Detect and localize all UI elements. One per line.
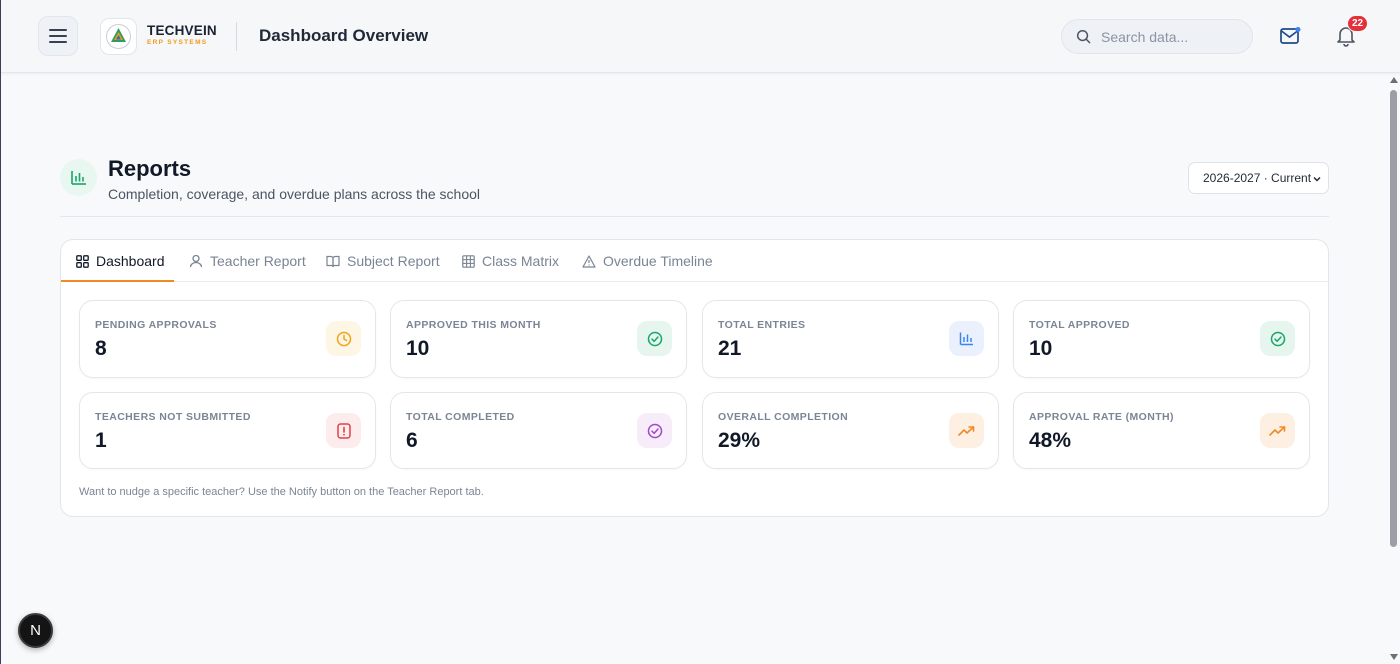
tab-label: Teacher Report bbox=[210, 253, 306, 269]
reports-subtitle: Completion, coverage, and overdue plans … bbox=[108, 186, 480, 202]
stat-icon-box bbox=[326, 413, 361, 448]
stat-icon-box bbox=[1260, 321, 1295, 356]
stat-card-approval-rate: APPROVAL RATE (MONTH) 48% bbox=[1013, 392, 1310, 469]
reports-panel: Dashboard Teacher Report Subject Report bbox=[60, 239, 1329, 517]
menu-button[interactable] bbox=[38, 16, 78, 56]
search-box[interactable] bbox=[1061, 19, 1253, 54]
stat-value: 10 bbox=[406, 337, 430, 360]
alert-icon bbox=[336, 422, 351, 439]
brand-logo[interactable] bbox=[100, 18, 137, 55]
bar-chart-icon bbox=[71, 171, 86, 185]
tab-label: Overdue Timeline bbox=[603, 253, 713, 269]
tab-subject-report[interactable]: Subject Report bbox=[326, 240, 440, 282]
search-icon bbox=[1076, 29, 1091, 44]
stat-card-teachers-not-submitted: TEACHERS NOT SUBMITTED 1 bbox=[79, 392, 376, 469]
tab-label: Subject Report bbox=[347, 253, 440, 269]
top-header: TECHVEIN ERP SYSTEMS Dashboard Overview … bbox=[1, 0, 1400, 73]
tab-bar: Dashboard Teacher Report Subject Report bbox=[61, 240, 1328, 282]
bar-chart-icon bbox=[959, 332, 973, 346]
stat-value: 21 bbox=[718, 337, 742, 360]
mail-icon[interactable] bbox=[1278, 25, 1302, 47]
check-circle-icon bbox=[647, 423, 662, 438]
brand-name: TECHVEIN bbox=[147, 23, 217, 38]
section-divider bbox=[60, 216, 1329, 217]
table-icon bbox=[462, 254, 475, 268]
stat-card-total-completed: TOTAL COMPLETED 6 bbox=[390, 392, 687, 469]
trending-up-icon bbox=[1269, 425, 1286, 436]
tab-dashboard[interactable]: Dashboard bbox=[76, 240, 165, 282]
stat-value: 1 bbox=[95, 429, 107, 452]
book-icon bbox=[326, 255, 340, 267]
header-divider bbox=[236, 22, 237, 51]
stat-icon-box bbox=[1260, 413, 1295, 448]
search-input[interactable] bbox=[1101, 28, 1241, 45]
stat-label: TOTAL APPROVED bbox=[1029, 319, 1130, 331]
reports-title: Reports bbox=[108, 156, 192, 181]
tab-label: Dashboard bbox=[96, 253, 165, 269]
chevron-down-icon bbox=[1313, 176, 1321, 182]
warning-icon bbox=[582, 254, 596, 268]
stat-icon-box bbox=[949, 321, 984, 356]
scroll-thumb[interactable] bbox=[1390, 90, 1397, 547]
notify-hint: Want to nudge a specific teacher? Use th… bbox=[79, 486, 484, 498]
tab-label: Class Matrix bbox=[482, 253, 560, 269]
stat-value: 10 bbox=[1029, 337, 1053, 360]
check-circle-icon bbox=[1270, 331, 1285, 346]
scroll-up-arrow[interactable] bbox=[1390, 77, 1398, 83]
stat-value: 6 bbox=[406, 429, 418, 452]
stat-card-total-entries: TOTAL ENTRIES 21 bbox=[702, 300, 999, 378]
stat-card-total-approved: TOTAL APPROVED 10 bbox=[1013, 300, 1310, 378]
active-tab-indicator bbox=[61, 280, 174, 282]
dev-tools-button[interactable]: N bbox=[18, 613, 53, 648]
scroll-down-arrow[interactable] bbox=[1390, 654, 1398, 660]
stat-label: TOTAL ENTRIES bbox=[718, 319, 806, 331]
tab-teacher-report[interactable]: Teacher Report bbox=[189, 240, 306, 282]
stat-label: TOTAL COMPLETED bbox=[406, 411, 515, 423]
notification-badge: 22 bbox=[1347, 15, 1369, 32]
hamburger-icon bbox=[49, 29, 67, 43]
stat-card-pending-approvals: PENDING APPROVALS 8 bbox=[79, 300, 376, 378]
page-scrollbar[interactable] bbox=[1387, 74, 1400, 664]
tab-class-matrix[interactable]: Class Matrix bbox=[462, 240, 559, 282]
logo-icon bbox=[106, 24, 131, 49]
stat-label: TEACHERS NOT SUBMITTED bbox=[95, 411, 251, 423]
check-circle-icon bbox=[647, 331, 662, 346]
stat-icon-box bbox=[637, 413, 672, 448]
stat-value: 48% bbox=[1029, 429, 1072, 452]
stat-label: APPROVED THIS MONTH bbox=[406, 319, 541, 331]
academic-year-select[interactable]: 2026-2027 · Current bbox=[1188, 162, 1329, 194]
page-title: Dashboard Overview bbox=[259, 26, 429, 45]
stat-card-approved-this-month: APPROVED THIS MONTH 10 bbox=[390, 300, 687, 378]
stat-value: 29% bbox=[718, 429, 761, 452]
stat-label: APPROVAL RATE (MONTH) bbox=[1029, 411, 1174, 423]
grid-icon bbox=[76, 254, 89, 268]
stat-card-overall-completion: OVERALL COMPLETION 29% bbox=[702, 392, 999, 469]
stat-value: 8 bbox=[95, 337, 107, 360]
stat-icon-box bbox=[637, 321, 672, 356]
clock-icon bbox=[336, 331, 351, 346]
brand-tagline: ERP SYSTEMS bbox=[147, 39, 208, 46]
stat-label: OVERALL COMPLETION bbox=[718, 411, 849, 423]
user-icon bbox=[189, 254, 203, 268]
reports-icon bbox=[60, 159, 97, 196]
academic-year-value: 2026-2027 · Current bbox=[1203, 171, 1312, 185]
dev-tools-label: N bbox=[30, 622, 41, 639]
trending-up-icon bbox=[958, 425, 975, 436]
stat-label: PENDING APPROVALS bbox=[95, 319, 217, 331]
tab-overdue-timeline[interactable]: Overdue Timeline bbox=[582, 240, 713, 282]
stat-icon-box bbox=[326, 321, 361, 356]
stat-icon-box bbox=[949, 413, 984, 448]
